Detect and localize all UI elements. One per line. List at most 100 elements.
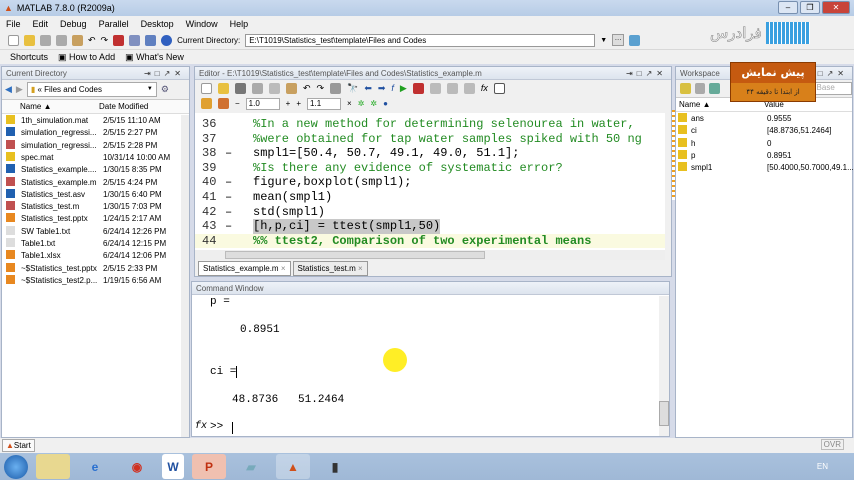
file-row[interactable]: ~$Statistics_test.pptx 2/5/15 2:33 PM [2,262,157,275]
undo-icon[interactable]: ↶ [88,35,96,46]
info-icon[interactable]: ● [383,99,388,108]
command-window[interactable]: Command Window p = 0.8951 ci = 48.8736 5… [191,281,670,437]
close-tab-icon[interactable]: × [358,264,363,273]
word-icon[interactable]: W [162,454,184,479]
camtasia-icon[interactable]: ▮ [318,454,352,479]
up-folder-icon[interactable] [629,34,641,46]
breakpoint-dash[interactable]: – [225,146,232,161]
file-row[interactable]: 1th_simulation.mat 2/5/15 11:10 AM [2,115,161,127]
internet-explorer-icon[interactable]: e [78,454,112,479]
browse-button[interactable]: … [612,34,625,46]
file-row[interactable]: Statistics_test.m 1/30/15 7:03 PM [2,201,162,213]
step-in-icon[interactable] [446,82,458,94]
breakpoint-dash[interactable]: – [225,205,232,220]
panel-controls[interactable]: ⇥□↗✕ [144,67,185,80]
breakpoint-icon[interactable] [412,82,424,94]
forward-icon[interactable]: ▶ [16,84,23,95]
decrement-button[interactable]: − [235,99,240,108]
save-icon[interactable] [235,82,246,94]
forward-icon[interactable]: ➡ [378,83,386,94]
language-indicator[interactable]: EN [817,462,828,471]
file-row[interactable]: SW Table1.txt 6/24/14 12:26 PM [2,225,166,238]
variable-row[interactable]: ans 0.9555 [676,113,791,125]
dropdown-icon[interactable]: ▼ [600,37,607,44]
file-row[interactable]: Statistics_example.m 2/5/15 4:24 PM [2,176,157,189]
import-icon[interactable] [709,83,720,94]
matlab-taskbar-icon[interactable]: ▲ [276,454,310,479]
horizontal-scrollbar[interactable] [195,250,665,260]
simulink-icon[interactable] [113,34,125,46]
file-row[interactable]: simulation_regressi... 2/5/15 2:27 PM [2,127,157,139]
gear-icon[interactable]: ⚙ [161,84,169,95]
powerpoint-icon[interactable]: P [192,454,226,479]
code-line[interactable]: 42– std(smpl1) [195,205,665,220]
cut-icon[interactable] [252,82,263,94]
clear-button[interactable]: × [347,99,352,108]
code-line[interactable]: 37 %were obtained for tap water samples s… [195,132,665,147]
help-icon[interactable] [161,34,173,46]
copy-icon[interactable] [56,34,67,46]
back-icon[interactable]: ⬅ [364,83,372,94]
code-line[interactable]: 40– figure,boxplot(smpl1); [195,175,665,190]
menu-window[interactable]: Window [186,19,218,29]
copy-icon[interactable] [269,82,280,94]
open-variable-icon[interactable] [694,83,706,94]
code-line[interactable]: 39 %Is there any evidence of systematic e… [195,161,665,176]
col-name[interactable]: Name ▲ [679,98,710,112]
col-name[interactable]: Name ▲ [20,100,51,114]
file-row[interactable]: spec.mat 10/31/14 10:00 AM [2,151,170,164]
multiply-increment-button[interactable]: + [296,99,301,108]
fx-icon[interactable]: fx [195,421,207,432]
variable-row[interactable]: smpl1 [50.4000,50.7000,49.1... [676,162,854,174]
paste-icon[interactable] [286,82,297,94]
code-line[interactable]: 41– mean(smpl1) [195,190,665,205]
step-out-icon[interactable] [463,82,475,94]
breakpoint-dash[interactable]: – [225,175,232,190]
print-icon[interactable] [330,82,342,94]
file-row[interactable]: simulation_regressi... 2/5/15 2:28 PM [2,139,157,152]
start-button[interactable]: ▲Start [2,439,35,452]
code-line[interactable]: 43– [h,p,ci] = ttest(smpl1,50) [195,219,665,234]
redo-icon[interactable]: ↷ [317,83,325,94]
menu-parallel[interactable]: Parallel [99,19,129,29]
editor-tab[interactable]: Statistics_test.m × [292,261,368,276]
variable-row[interactable]: h0 [676,137,771,150]
menu-debug[interactable]: Debug [60,19,87,29]
cell-value-input[interactable]: 1.0 [245,97,280,110]
code-line[interactable]: 44 %% ttest2, Comparison of two experimen… [195,233,665,249]
function-icon[interactable]: f [391,83,394,93]
cell-icon[interactable] [201,98,212,109]
menu-edit[interactable]: Edit [33,19,49,29]
redo-icon[interactable]: ↷ [101,35,109,46]
file-row[interactable]: Statistics_test.asv 1/30/15 6:40 PM [2,188,162,201]
command-prompt[interactable]: >> [210,421,223,433]
panel-controls[interactable]: ⇥□↗✕ [626,67,667,80]
open-icon[interactable] [218,82,229,94]
file-row[interactable]: ~$Statistics_test2.p... 1/19/15 6:56 AM [2,274,161,287]
guide-icon[interactable] [129,34,141,46]
code-area[interactable]: 36 %In a new method for determining selen… [195,113,665,250]
shortcut-how-to-add[interactable]: ▣ How to Add [58,52,115,63]
undo-icon[interactable]: ↶ [303,83,311,94]
cell-tool2-icon[interactable]: ✲ [370,99,377,108]
windows-start-icon[interactable] [4,454,28,479]
shortcut-whats-new[interactable]: ▣ What's New [125,52,184,63]
find-icon[interactable]: 🔭 [347,83,358,94]
path-dropdown[interactable]: ▮ « Files and Codes ▼ [26,82,157,97]
file-row[interactable]: Table1.txt 6/24/14 12:15 PM [2,238,166,250]
editor-tab[interactable]: Statistics_example.m × [198,261,291,276]
step-icon[interactable] [429,82,441,94]
close-tab-icon[interactable]: × [281,264,286,273]
menu-desktop[interactable]: Desktop [141,19,174,29]
menu-file[interactable]: File [6,19,21,29]
breakpoint-dash[interactable]: – [225,219,232,234]
restore-button[interactable]: ❐ [800,1,820,14]
close-button[interactable]: ✕ [822,1,850,14]
cell-tool-icon[interactable]: ✲ [358,99,365,108]
scrollbar[interactable] [181,115,189,437]
new-variable-icon[interactable] [680,83,691,94]
fx-icon[interactable]: fx [481,83,488,93]
cell-factor-input[interactable]: 1.1 [307,97,342,110]
current-directory-input[interactable]: E:\T1019\Statistics_test\template\Files … [245,33,596,47]
vertical-scrollbar[interactable] [659,296,669,436]
